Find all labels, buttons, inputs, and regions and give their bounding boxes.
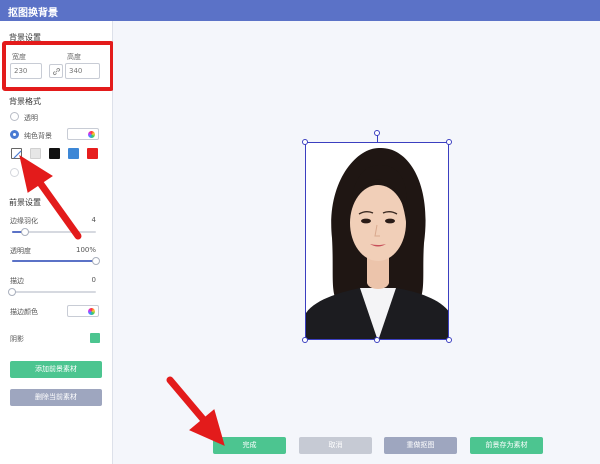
annotation-arrows: [19, 154, 225, 446]
